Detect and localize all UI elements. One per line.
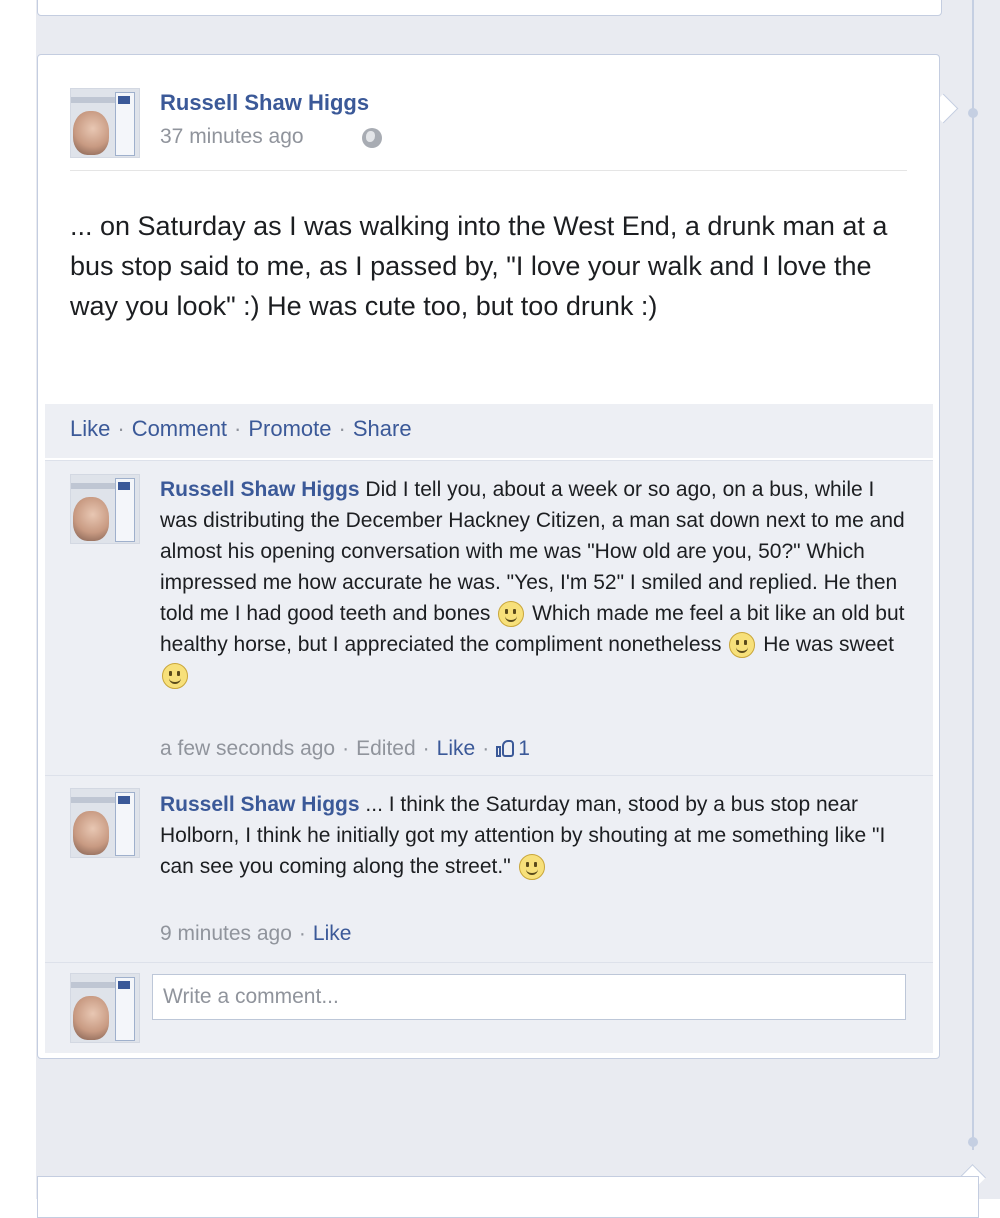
separator: · bbox=[482, 737, 490, 760]
comment-text: Russell Shaw Higgs ... I think the Satur… bbox=[160, 789, 905, 882]
like-count-link[interactable]: 1 bbox=[496, 737, 530, 760]
comment-meta: a few seconds ago · Edited · Like · 1 bbox=[160, 737, 530, 761]
comment-author-link[interactable]: Russell Shaw Higgs bbox=[160, 793, 360, 816]
write-comment-input[interactable] bbox=[153, 975, 905, 1019]
edited-label[interactable]: Edited bbox=[356, 737, 416, 760]
comment-timestamp[interactable]: 9 minutes ago bbox=[160, 922, 292, 945]
promote-link[interactable]: Promote bbox=[248, 416, 331, 441]
post-timestamp[interactable]: 37 minutes ago bbox=[160, 125, 304, 149]
timeline-dot bbox=[968, 1137, 978, 1147]
separator: · bbox=[338, 416, 346, 441]
commenter-avatar[interactable] bbox=[70, 474, 140, 544]
smile-emoticon-icon bbox=[729, 632, 756, 659]
post-actions: Like · Comment · Promote · Share bbox=[70, 416, 412, 442]
separator: · bbox=[117, 416, 125, 441]
comment-body: He was sweet bbox=[757, 633, 894, 656]
smile-emoticon-icon bbox=[162, 663, 188, 690]
comment-meta: 9 minutes ago · Like bbox=[160, 922, 351, 946]
post-text: ... on Saturday as I was walking into th… bbox=[70, 211, 888, 321]
header-divider bbox=[70, 170, 907, 171]
like-link[interactable]: Like bbox=[70, 416, 110, 441]
viewer-avatar bbox=[70, 973, 140, 1043]
comment-like-link[interactable]: Like bbox=[313, 922, 352, 945]
comment-like-link[interactable]: Like bbox=[437, 737, 476, 760]
separator: · bbox=[422, 737, 430, 760]
thumbs-up-icon bbox=[496, 739, 515, 757]
comment-author-link[interactable]: Russell Shaw Higgs bbox=[160, 478, 360, 501]
separator: · bbox=[298, 922, 306, 945]
author-avatar[interactable] bbox=[70, 88, 140, 158]
post-author-link[interactable]: Russell Shaw Higgs bbox=[160, 90, 369, 116]
separator: · bbox=[234, 416, 242, 441]
comment-input-box[interactable] bbox=[152, 974, 906, 1020]
separator: · bbox=[342, 737, 350, 760]
timeline-spine bbox=[972, 0, 974, 1150]
previous-story-card bbox=[37, 0, 942, 16]
smile-emoticon-icon bbox=[518, 854, 545, 881]
commenter-avatar[interactable] bbox=[70, 788, 140, 858]
timeline-dot bbox=[968, 108, 978, 118]
comment-link[interactable]: Comment bbox=[132, 416, 227, 441]
next-story-card bbox=[37, 1176, 979, 1218]
share-link[interactable]: Share bbox=[353, 416, 412, 441]
comment-text: Russell Shaw Higgs Did I tell you, about… bbox=[160, 474, 905, 691]
like-count: 1 bbox=[518, 737, 530, 760]
globe-icon[interactable] bbox=[362, 128, 382, 148]
comment-timestamp[interactable]: a few seconds ago bbox=[160, 737, 335, 760]
smile-emoticon-icon bbox=[498, 601, 525, 628]
